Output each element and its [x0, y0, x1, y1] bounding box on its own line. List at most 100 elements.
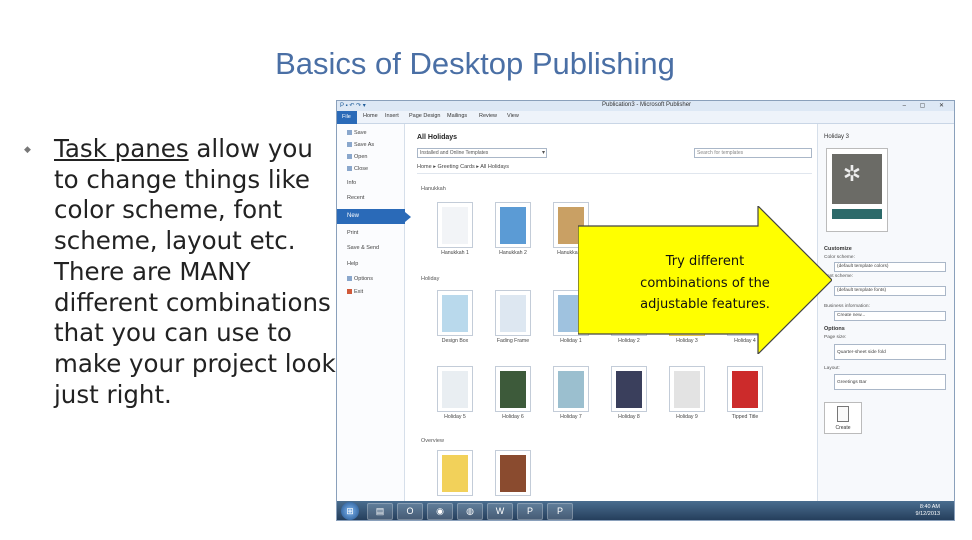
- tab-review[interactable]: Review: [479, 113, 497, 119]
- backstage-help[interactable]: Help: [347, 261, 358, 267]
- backstage-options[interactable]: Options: [347, 276, 373, 282]
- breadcrumb: Home ▸ Greeting Cards ▸ All Holidays: [417, 164, 812, 174]
- template-label: Fading Frame: [496, 338, 530, 344]
- template-preview: [616, 371, 642, 408]
- template-preview: [442, 371, 468, 408]
- bullet-text: Task panes allow you to change things li…: [54, 134, 344, 410]
- tab-file[interactable]: File: [337, 111, 357, 124]
- task-pane-title: Holiday 3: [824, 134, 850, 140]
- template-source-dropdown[interactable]: Installed and Online Templates: [417, 148, 547, 158]
- template-preview: [674, 371, 700, 408]
- exit-icon: [347, 289, 352, 295]
- system-clock[interactable]: 8:40 AM 9/12/2013: [916, 504, 940, 518]
- options-icon: [347, 276, 352, 282]
- template-preview: [442, 207, 468, 244]
- preview-band: [832, 209, 882, 219]
- publisher-icon[interactable]: P: [517, 503, 543, 520]
- powerpoint-icon[interactable]: P: [547, 503, 573, 520]
- folder-icon: [347, 154, 352, 160]
- snowflake-icon: ✲: [842, 161, 862, 186]
- customize-task-pane: Holiday 3 ✲ Customize Color scheme: (def…: [817, 124, 954, 501]
- template-label: Hanukkah 1: [441, 250, 469, 256]
- template-preview: [732, 371, 758, 408]
- template-thumbnail[interactable]: [437, 202, 473, 248]
- template-label: Holiday 5: [444, 414, 466, 420]
- color-scheme-dropdown[interactable]: (default template colors): [834, 262, 946, 272]
- media-player-icon[interactable]: ◉: [427, 503, 453, 520]
- template-label: Holiday 8: [618, 414, 640, 420]
- start-button-icon[interactable]: ⊞: [341, 502, 359, 520]
- chrome-icon[interactable]: ◍: [457, 503, 483, 520]
- template-thumbnail[interactable]: [437, 290, 473, 336]
- backstage-menu: Save Save As Open Close Info Recent New …: [337, 124, 411, 501]
- document-icon: [837, 406, 849, 422]
- bullet-underlined-term: Task panes: [54, 134, 189, 163]
- gallery-heading: All Holidays: [417, 134, 458, 141]
- template-label: Holiday 7: [560, 414, 582, 420]
- template-thumbnail[interactable]: [495, 366, 531, 412]
- template-preview: [500, 371, 526, 408]
- tab-view[interactable]: View: [507, 113, 519, 119]
- outlook-icon[interactable]: O: [397, 503, 423, 520]
- backstage-new[interactable]: New: [337, 209, 411, 224]
- publisher-logo-icon: P ▪ ↶ ↷ ▾: [340, 103, 366, 109]
- windows-taskbar: ⊞ ▤ O ◉ ◍ W P P 8:40 AM 9/12/2013: [337, 501, 954, 520]
- font-scheme-dropdown[interactable]: (default template fonts): [834, 286, 946, 296]
- backstage-info[interactable]: Info: [347, 180, 356, 186]
- layout-dropdown[interactable]: Greetings Bar: [834, 374, 946, 390]
- window-title: Publication3 - Microsoft Publisher: [602, 102, 692, 108]
- tab-mailings[interactable]: Mailings: [447, 113, 467, 119]
- template-thumbnail[interactable]: [495, 450, 531, 496]
- backstage-save-as[interactable]: Save As: [347, 142, 374, 148]
- tab-page-design[interactable]: Page Design: [409, 113, 441, 119]
- template-label: Tipped Title: [731, 414, 759, 420]
- group-holiday: Holiday: [421, 276, 440, 282]
- group-overview: Overview: [421, 438, 444, 444]
- template-thumbnail[interactable]: [495, 290, 531, 336]
- template-preview: [500, 207, 526, 244]
- template-preview: [558, 371, 584, 408]
- ribbon-tabs: File Home Insert Page Design Mailings Re…: [337, 111, 954, 124]
- template-thumbnail[interactable]: [495, 202, 531, 248]
- create-button[interactable]: Create: [824, 402, 862, 434]
- template-thumbnail[interactable]: [727, 366, 763, 412]
- template-preview: [442, 455, 468, 492]
- template-label: Holiday 6: [502, 414, 524, 420]
- page-size-dropdown[interactable]: Quarter-sheet side fold: [834, 344, 946, 360]
- backstage-exit[interactable]: Exit: [347, 289, 363, 295]
- template-thumbnail[interactable]: [611, 366, 647, 412]
- template-search-input[interactable]: Search for templates: [694, 148, 812, 158]
- bullet-marker-icon: ◆: [24, 144, 31, 154]
- tab-insert[interactable]: Insert: [385, 113, 399, 119]
- create-button-label: Create: [835, 425, 851, 431]
- window-titlebar: P ▪ ↶ ↷ ▾ Publication3 - Microsoft Publi…: [337, 101, 954, 111]
- backstage-open[interactable]: Open: [347, 154, 367, 160]
- backstage-recent[interactable]: Recent: [347, 195, 364, 201]
- template-label: Hanukkah 2: [499, 250, 527, 256]
- backstage-print[interactable]: Print: [347, 230, 358, 236]
- explorer-icon[interactable]: ▤: [367, 503, 393, 520]
- save-icon: [347, 130, 352, 136]
- backstage-save-send[interactable]: Save & Send: [347, 245, 379, 251]
- window-controls-icon[interactable]: – ▢ ✕: [903, 102, 950, 109]
- callout-text: Try different combinations of the adjust…: [640, 254, 770, 312]
- business-info-dropdown[interactable]: Create new...: [834, 311, 946, 321]
- template-label: Design Box: [441, 338, 469, 344]
- tab-home[interactable]: Home: [363, 113, 378, 119]
- template-preview: [500, 295, 526, 332]
- save-as-icon: [347, 142, 352, 148]
- backstage-close[interactable]: Close: [347, 166, 368, 172]
- backstage-save[interactable]: Save: [347, 130, 367, 136]
- template-preview: [442, 295, 468, 332]
- template-thumbnail[interactable]: [437, 366, 473, 412]
- layout-label: Layout:: [824, 366, 840, 371]
- close-file-icon: [347, 166, 352, 172]
- bullet-body: allow you to change things like color sc…: [54, 134, 336, 409]
- word-icon[interactable]: W: [487, 503, 513, 520]
- template-preview: [500, 455, 526, 492]
- template-thumbnail[interactable]: [669, 366, 705, 412]
- template-label: Holiday 9: [676, 414, 698, 420]
- template-thumbnail[interactable]: [553, 366, 589, 412]
- template-thumbnail[interactable]: [437, 450, 473, 496]
- template-large-preview: ✲: [826, 148, 888, 232]
